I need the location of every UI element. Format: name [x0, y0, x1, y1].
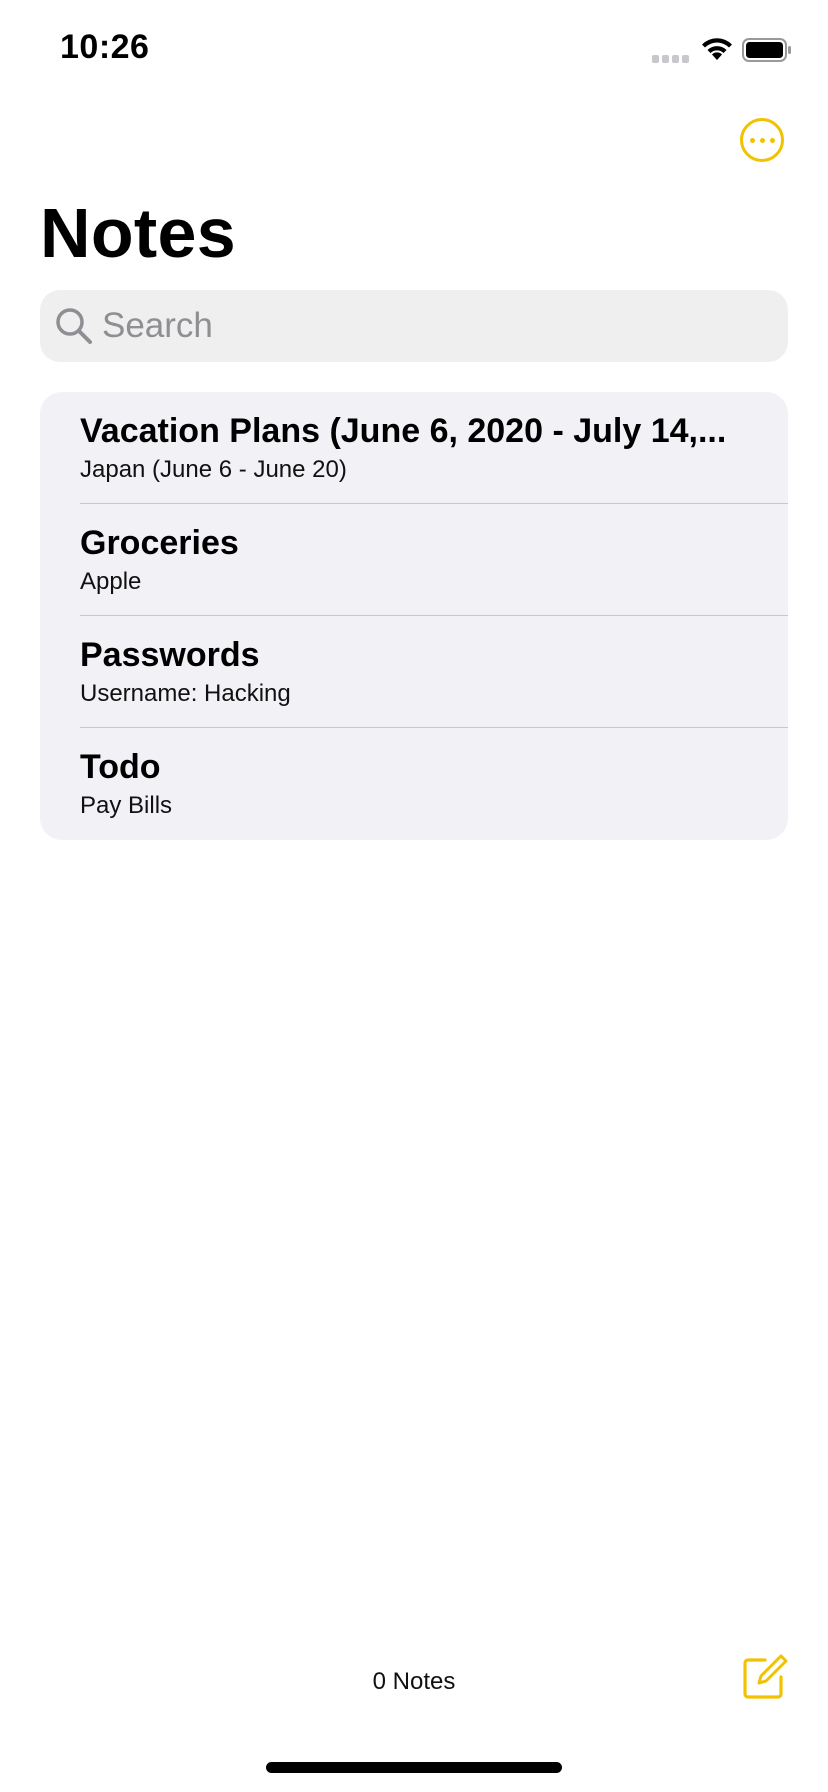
home-indicator [266, 1762, 562, 1773]
note-title: Passwords [80, 636, 260, 674]
search-bar[interactable] [40, 290, 788, 362]
search-input[interactable] [102, 290, 772, 362]
cellular-signal-icon [652, 55, 689, 63]
note-row-groceries[interactable]: Groceries Apple [40, 504, 788, 616]
page-title: Notes [40, 194, 236, 272]
note-title: Todo [80, 748, 161, 786]
note-preview: Pay Bills [80, 792, 173, 819]
status-bar: 10:26 [0, 0, 828, 100]
note-row-todo[interactable]: Todo Pay Bills [40, 728, 788, 840]
note-row-passwords[interactable]: Passwords Username: Hacking [40, 616, 788, 728]
note-preview: Username: Hacking [80, 680, 291, 707]
note-title: Groceries [80, 524, 239, 562]
notes-list: Vacation Plans (June 6, 2020 - July 14,.… [40, 392, 788, 840]
battery-icon [742, 38, 791, 62]
more-options-button[interactable] [740, 118, 784, 162]
compose-icon[interactable] [738, 1652, 788, 1702]
ellipsis-circle-icon [749, 137, 775, 143]
note-preview: Japan (June 6 - June 20) [80, 456, 347, 483]
note-count-label: 0 Notes [372, 1668, 456, 1695]
notes-screen: 10:26 Notes Search Vacation Plans (June … [0, 0, 828, 1792]
note-row-vacation-plans[interactable]: Vacation Plans (June 6, 2020 - July 14,.… [40, 392, 788, 504]
magnifying-glass-icon [56, 308, 92, 344]
note-preview: Apple [80, 568, 142, 595]
wifi-icon [702, 38, 732, 60]
note-title: Vacation Plans (June 6, 2020 - July 14,.… [80, 412, 727, 450]
status-time: 10:26 [60, 28, 150, 66]
